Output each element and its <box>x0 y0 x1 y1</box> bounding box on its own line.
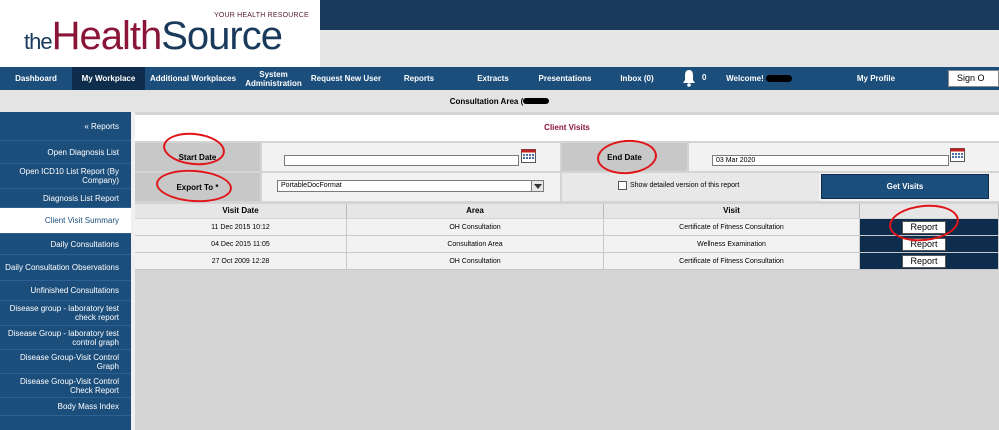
nav-additional-workplaces[interactable]: Additional Workplaces <box>145 67 241 90</box>
section-title: Client Visits <box>135 115 999 141</box>
visit-cell: Certificate of Fitness Consultation <box>604 253 860 270</box>
logo-source: Source <box>161 14 283 58</box>
main-content: Client Visits Start Date End Date 03 Mar… <box>135 115 999 430</box>
column-header-visit: Visit <box>604 204 860 218</box>
get-visits-button[interactable]: Get Visits <box>821 174 989 199</box>
redacted-area <box>523 98 550 104</box>
export-format-select[interactable]: PortableDocFormat <box>277 180 544 192</box>
nav-dashboard[interactable]: Dashboard <box>0 67 72 90</box>
nav-my-workplace[interactable]: My Workplace <box>72 67 145 90</box>
visit-cell: Certificate of Fitness Consultation <box>604 219 860 236</box>
visit-date-cell: 04 Dec 2015 11:05 <box>135 236 347 253</box>
filter-form: Start Date End Date 03 Mar 2020 Export T… <box>135 143 999 203</box>
start-date-input[interactable] <box>284 155 519 166</box>
nav-inbox[interactable]: Inbox (0) <box>596 67 678 90</box>
area-cell: OH Consultation <box>347 219 604 236</box>
end-date-label: End Date <box>562 143 687 171</box>
sidebar-item-unfinished-consultations[interactable]: Unfinished Consultations <box>0 281 131 301</box>
notifications-bell-icon[interactable] <box>682 67 696 89</box>
column-header-area: Area <box>347 204 604 218</box>
nav-system-administration[interactable]: System Administration <box>241 67 306 90</box>
table-row: 27 Oct 2009 12:28 OH Consultation Certif… <box>135 253 999 270</box>
header-band <box>320 0 999 30</box>
sidebar-item-disease-group-lab-graph[interactable]: Disease Group - laboratory test control … <box>0 326 131 350</box>
nav-presentations[interactable]: Presentations <box>534 67 596 90</box>
table-header-row: Visit Date Area Visit <box>135 204 999 218</box>
sidebar-item-body-mass-index[interactable]: Body Mass Index <box>0 398 131 416</box>
sidebar-item-diagnosis-list-report[interactable]: Diagnosis List Report <box>0 189 131 208</box>
sidebar-item-open-diagnosis-list[interactable]: Open Diagnosis List <box>0 141 131 164</box>
sidebar-item-disease-group-lab-check[interactable]: Disease group - laboratory test check re… <box>0 301 131 326</box>
visit-date-cell: 27 Oct 2009 12:28 <box>135 253 347 270</box>
detailed-version-option[interactable]: Show detailed version of this report <box>618 181 739 190</box>
app-header: theHealthSource YOUR HEALTH RESOURCE <box>0 0 999 67</box>
table-row: 04 Dec 2015 11:05 Consultation Area Well… <box>135 236 999 253</box>
report-button[interactable]: Report <box>902 255 946 268</box>
main-nav: Dashboard My Workplace Additional Workpl… <box>0 67 999 90</box>
visit-date-cell: 11 Dec 2015 10:12 <box>135 219 347 236</box>
sidebar-item-client-visit-summary[interactable]: Client Visit Summary <box>0 208 131 234</box>
sidebar-back-reports[interactable]: « Reports <box>0 112 131 141</box>
sidebar: « Reports Open Diagnosis List Open ICD10… <box>0 112 131 430</box>
end-date-calendar-icon[interactable] <box>950 147 965 162</box>
detailed-version-checkbox[interactable] <box>618 181 627 190</box>
consultation-area-title: Consultation Area ( <box>449 96 524 106</box>
action-cell: Report <box>860 236 999 253</box>
column-header-action <box>860 204 999 218</box>
end-date-input[interactable]: 03 Mar 2020 <box>712 155 949 166</box>
column-header-visit-date: Visit Date <box>135 204 347 218</box>
logo-health: Health <box>51 14 163 58</box>
sign-out-button[interactable]: Sign O <box>948 70 999 87</box>
welcome-text: Welcome! <box>716 67 796 90</box>
table-row: 11 Dec 2015 10:12 OH Consultation Certif… <box>135 219 999 236</box>
sidebar-item-disease-group-visit-check[interactable]: Disease Group-Visit Control Check Report <box>0 374 131 398</box>
sidebar-item-daily-consultation-observations[interactable]: Daily Consultation Observations <box>0 255 131 281</box>
notifications-count: 0 <box>702 73 707 82</box>
export-to-label: Export To * <box>135 173 260 201</box>
nav-my-profile[interactable]: My Profile <box>852 67 900 90</box>
report-button[interactable]: Report <box>902 221 946 234</box>
logo-the: the <box>24 29 53 54</box>
start-date-label: Start Date <box>135 143 260 171</box>
nav-reports[interactable]: Reports <box>386 67 452 90</box>
action-cell: Report <box>860 219 999 236</box>
sidebar-item-disease-group-visit-graph[interactable]: Disease Group-Visit Control Graph <box>0 350 131 374</box>
logo-tagline: YOUR HEALTH RESOURCE <box>214 12 309 19</box>
chevron-down-icon <box>531 181 543 191</box>
visit-cell: Wellness Examination <box>604 236 860 253</box>
area-cell: OH Consultation <box>347 253 604 270</box>
start-date-calendar-icon[interactable] <box>521 148 536 163</box>
area-cell: Consultation Area <box>347 236 604 253</box>
consultation-area-bar: Consultation Area ( <box>0 90 999 112</box>
header-grey-band <box>320 30 999 67</box>
detailed-version-label: Show detailed version of this report <box>630 182 740 189</box>
nav-request-new-user[interactable]: Request New User <box>306 67 386 90</box>
export-format-value: PortableDocFormat <box>281 182 342 189</box>
nav-extracts[interactable]: Extracts <box>452 67 534 90</box>
action-cell: Report <box>860 253 999 270</box>
redacted-username <box>766 75 792 82</box>
sidebar-item-open-icd10[interactable]: Open ICD10 List Report (By Company) <box>0 164 131 189</box>
report-button[interactable]: Report <box>902 238 946 251</box>
welcome-label: Welcome! <box>726 74 764 83</box>
sidebar-item-daily-consultations[interactable]: Daily Consultations <box>0 234 131 255</box>
